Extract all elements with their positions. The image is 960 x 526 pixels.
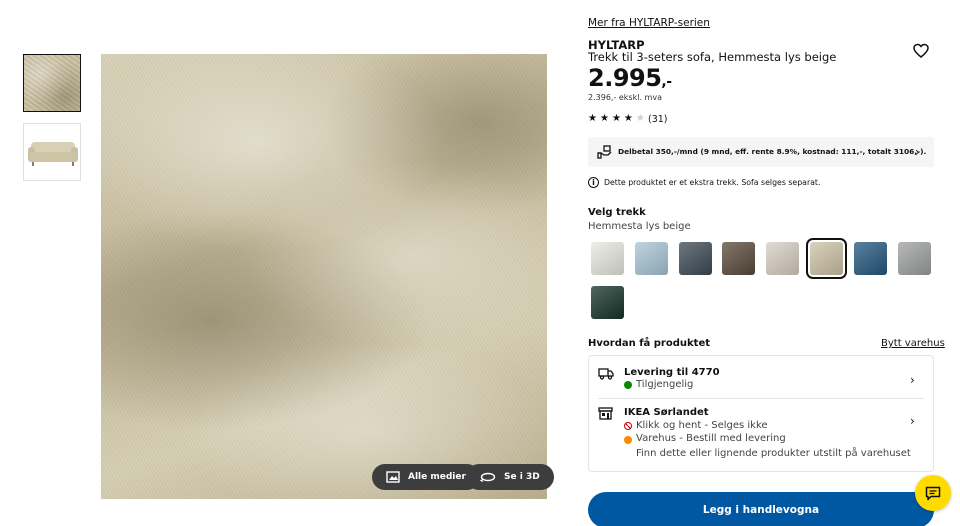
warehouse-status: Varehus - Bestill med levering bbox=[636, 433, 786, 444]
store-icon bbox=[598, 407, 613, 420]
star-icon: ★ bbox=[599, 113, 609, 124]
delivery-title[interactable]: Levering til 4770 bbox=[624, 367, 720, 378]
store-title[interactable]: IKEA Sørlandet bbox=[624, 407, 709, 418]
cover-selector-label: Velg trekk bbox=[588, 207, 646, 218]
review-count[interactable]: (31) bbox=[648, 114, 668, 125]
click-collect-status: Klikk og hent - Selges ikke bbox=[636, 420, 768, 431]
financing-text: Delbetal 350,-/mnd (9 mnd, eff. rente 8.… bbox=[618, 147, 927, 156]
cover-swatch[interactable] bbox=[853, 242, 887, 275]
sofa-thumbnail-image bbox=[24, 124, 80, 180]
availability-title: Hvordan få produktet bbox=[588, 338, 711, 349]
star-icon: ★ bbox=[588, 113, 597, 124]
price-suffix: ,- bbox=[661, 74, 672, 90]
info-icon: i bbox=[588, 177, 599, 188]
series-link[interactable]: Mer fra HYLTARP-serien bbox=[588, 17, 710, 29]
unavailable-icon bbox=[624, 422, 632, 430]
all-media-button[interactable]: Alle medier bbox=[372, 464, 480, 490]
delivery-truck-icon bbox=[598, 368, 614, 380]
cover-swatch[interactable] bbox=[591, 242, 624, 275]
gallery-icon bbox=[386, 471, 400, 483]
chat-button[interactable] bbox=[915, 475, 951, 511]
chevron-right-icon[interactable]: › bbox=[910, 414, 915, 428]
financing-banner[interactable]: Delbetal 350,-/mnd (9 mnd, eff. rente 8.… bbox=[588, 137, 934, 167]
price-value: 2.995 bbox=[588, 64, 662, 92]
cover-swatch[interactable] bbox=[806, 238, 847, 279]
thumbnail-fabric[interactable] bbox=[23, 54, 81, 112]
3d-rotate-icon bbox=[480, 472, 496, 483]
cover-swatch[interactable] bbox=[634, 242, 668, 275]
favorite-heart-icon[interactable] bbox=[913, 43, 929, 59]
chevron-right-icon[interactable]: › bbox=[910, 373, 915, 387]
chat-bubble-icon bbox=[925, 486, 941, 500]
view-3d-label: Se i 3D bbox=[504, 472, 540, 482]
cover-swatch[interactable] bbox=[591, 286, 624, 319]
notice-text: Dette produktet er et ekstra trekk. Sofa… bbox=[604, 178, 821, 187]
star-empty-icon: ★ bbox=[635, 113, 645, 124]
add-to-cart-label: Legg i handlevogna bbox=[702, 504, 820, 516]
store-note: Finn dette eller lignende produkter utst… bbox=[636, 448, 911, 459]
delivery-status-dot bbox=[624, 381, 632, 389]
warehouse-status-dot bbox=[624, 436, 632, 444]
thumbnail-sofa[interactable] bbox=[23, 123, 81, 181]
chevron-right-icon: › bbox=[915, 145, 920, 159]
cover-swatch[interactable] bbox=[722, 242, 756, 275]
product-main-image[interactable] bbox=[101, 54, 547, 499]
product-price: 2.995,- bbox=[588, 64, 672, 92]
all-media-label: Alle medier bbox=[408, 472, 466, 482]
cover-swatch[interactable] bbox=[678, 242, 712, 275]
cover-swatch[interactable] bbox=[897, 242, 931, 275]
change-store-link[interactable]: Bytt varehus bbox=[881, 338, 945, 349]
product-description: Trekk til 3-seters sofa, Hemmesta lys be… bbox=[588, 50, 837, 64]
price-excl-vat: 2.396,- ekskl. mva bbox=[588, 93, 662, 102]
cover-selected-value: Hemmesta lys beige bbox=[588, 221, 691, 232]
cover-swatch[interactable] bbox=[766, 242, 800, 275]
delivery-status: Tilgjengelig bbox=[636, 379, 694, 390]
fabric-thumbnail-image bbox=[24, 55, 80, 111]
add-to-cart-button[interactable]: Legg i handlevogna bbox=[588, 492, 934, 526]
hand-money-icon bbox=[597, 145, 612, 159]
star-icon: ★ bbox=[611, 113, 621, 124]
availability-divider bbox=[598, 398, 924, 399]
view-3d-button[interactable]: Se i 3D bbox=[466, 464, 554, 490]
star-icon: ★ bbox=[623, 113, 633, 124]
rating-stars[interactable]: ★ ★ ★ ★ ★ bbox=[588, 113, 645, 125]
